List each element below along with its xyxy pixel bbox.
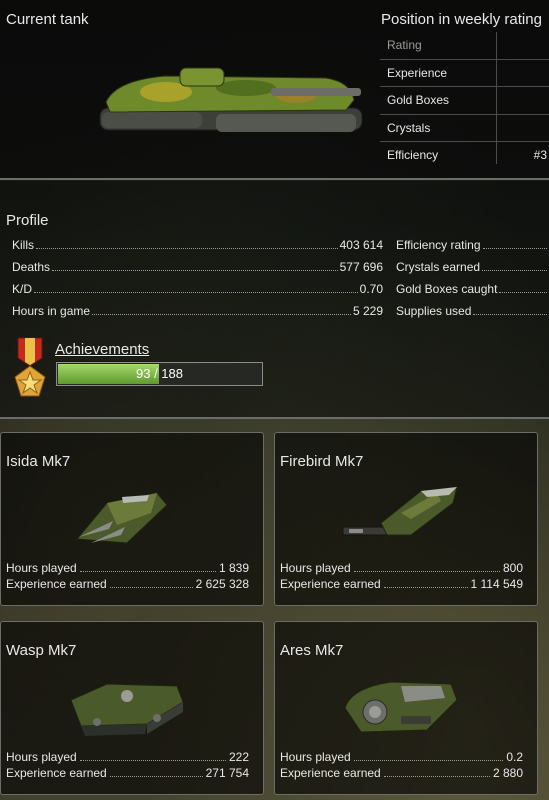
hours-label: Hours played [280, 561, 351, 575]
stat-label: Supplies used [396, 304, 472, 318]
hours-label: Hours played [6, 750, 77, 764]
experience-value: 2 625 328 [195, 577, 249, 591]
rating-label: Rating [387, 38, 422, 52]
ares-turret-icon [344, 681, 458, 733]
tank-name: Ares Mk7 [280, 642, 344, 659]
weekly-rating-title: Position in weekly rating [381, 11, 542, 28]
rating-row-crystals: Crystals [380, 115, 549, 142]
hours-played-row: Hours played 800 [280, 561, 523, 575]
experience-label: Experience earned [6, 577, 107, 591]
dot-leader [34, 292, 358, 293]
stat-value: 577 696 [339, 260, 383, 274]
stat-crystals-earned: Crystals earned [396, 258, 549, 274]
dot-leader [52, 270, 338, 271]
stat-value: 403 614 [339, 238, 383, 252]
stat-value: 5 229 [352, 304, 383, 318]
stat-value: 0.70 [359, 282, 383, 296]
stat-deaths: Deaths 577 696 [12, 258, 383, 274]
tank-name: Isida Mk7 [6, 453, 71, 470]
stat-efficiency-rating: Efficiency rating [396, 236, 549, 252]
achievement-medal-icon [14, 337, 46, 397]
firebird-turret-icon [342, 486, 458, 536]
stat-gold-boxes: Gold Boxes caught [396, 280, 549, 296]
experience-value: 271 754 [205, 766, 249, 780]
isida-turret-icon [75, 492, 168, 544]
weekly-rating-table: Rating Experience Gold Boxes Crystals Ef… [380, 32, 549, 169]
profile-title: Profile [6, 212, 49, 229]
experience-label: Experience earned [280, 577, 381, 591]
achievements-progress-bar: 93 / 188 [56, 362, 263, 386]
experience-row: Experience earned 2 625 328 [6, 577, 249, 591]
achievements-link[interactable]: Achievements [55, 341, 149, 358]
stat-label: Deaths [12, 260, 51, 274]
stat-hours: Hours in game 5 229 [12, 302, 383, 318]
wasp-hull-icon [70, 683, 184, 736]
dot-leader [482, 270, 547, 271]
current-tank-label: Current tank [6, 11, 89, 28]
rating-value: #3 [533, 148, 547, 162]
dot-leader [383, 776, 490, 777]
section-divider [0, 178, 549, 180]
dot-leader [109, 587, 193, 588]
experience-row: Experience earned 271 754 [6, 766, 249, 780]
current-tank-image [99, 67, 363, 132]
rating-row-gold-boxes: Gold Boxes [380, 87, 549, 115]
experience-row: Experience earned 2 880 [280, 766, 523, 780]
rating-row-experience: Experience [380, 60, 549, 87]
dot-leader [353, 760, 504, 761]
dot-leader [499, 292, 547, 293]
hours-value: 1 839 [218, 561, 249, 575]
rating-label: Efficiency [387, 148, 439, 162]
tank-name: Firebird Mk7 [280, 453, 364, 470]
hours-value: 0.2 [506, 750, 523, 764]
hours-label: Hours played [6, 561, 77, 575]
stat-label: Kills [12, 238, 35, 252]
stat-kills: Kills 403 614 [12, 236, 383, 252]
experience-label: Experience earned [280, 766, 381, 780]
dot-leader [482, 248, 547, 249]
rating-label: Crystals [387, 120, 431, 135]
hours-played-row: Hours played 222 [6, 750, 249, 764]
hours-label: Hours played [280, 750, 351, 764]
tank-card-ares[interactable]: Ares Mk7 Hours played 0.2 Experience earn… [274, 621, 538, 795]
stat-label: Crystals earned [396, 260, 481, 274]
tank-card-firebird[interactable]: Firebird Mk7 Hours played 800 Experience … [274, 432, 538, 606]
achievements-progress-text: 93 / 188 [136, 366, 183, 381]
section-divider [0, 417, 549, 419]
stat-label: Hours in game [12, 304, 91, 318]
dot-leader [473, 314, 547, 315]
dot-leader [383, 587, 468, 588]
hours-value: 800 [502, 561, 523, 575]
dot-leader [92, 314, 351, 315]
rating-label: Gold Boxes [387, 93, 450, 107]
experience-value: 1 114 549 [470, 577, 524, 591]
rating-row-header: Rating [380, 32, 549, 60]
experience-value: 2 880 [492, 766, 523, 780]
stat-label: Gold Boxes caught [396, 282, 498, 296]
experience-label: Experience earned [6, 766, 107, 780]
tank-name: Wasp Mk7 [6, 642, 77, 659]
dot-leader [36, 248, 338, 249]
stat-label: Efficiency rating [396, 238, 481, 252]
tank-card-wasp[interactable]: Wasp Mk7 Hours played 222 Experience earn… [0, 621, 264, 795]
stat-kd: K/D 0.70 [12, 280, 383, 296]
rating-divider [496, 32, 497, 164]
tank-card-isida[interactable]: Isida Mk7 Hours played 1 839 Experience e… [0, 432, 264, 606]
rating-row-efficiency: Efficiency #3 [380, 142, 549, 169]
dot-leader [79, 571, 216, 572]
experience-row: Experience earned 1 114 549 [280, 577, 523, 591]
stat-label: K/D [12, 282, 33, 296]
hours-played-row: Hours played 0.2 [280, 750, 523, 764]
hours-played-row: Hours played 1 839 [6, 561, 249, 575]
stat-supplies-used: Supplies used [396, 302, 549, 318]
dot-leader [353, 571, 500, 572]
rating-label: Experience [387, 65, 448, 80]
dot-leader [109, 776, 203, 777]
dot-leader [79, 760, 226, 761]
hours-value: 222 [228, 750, 249, 764]
